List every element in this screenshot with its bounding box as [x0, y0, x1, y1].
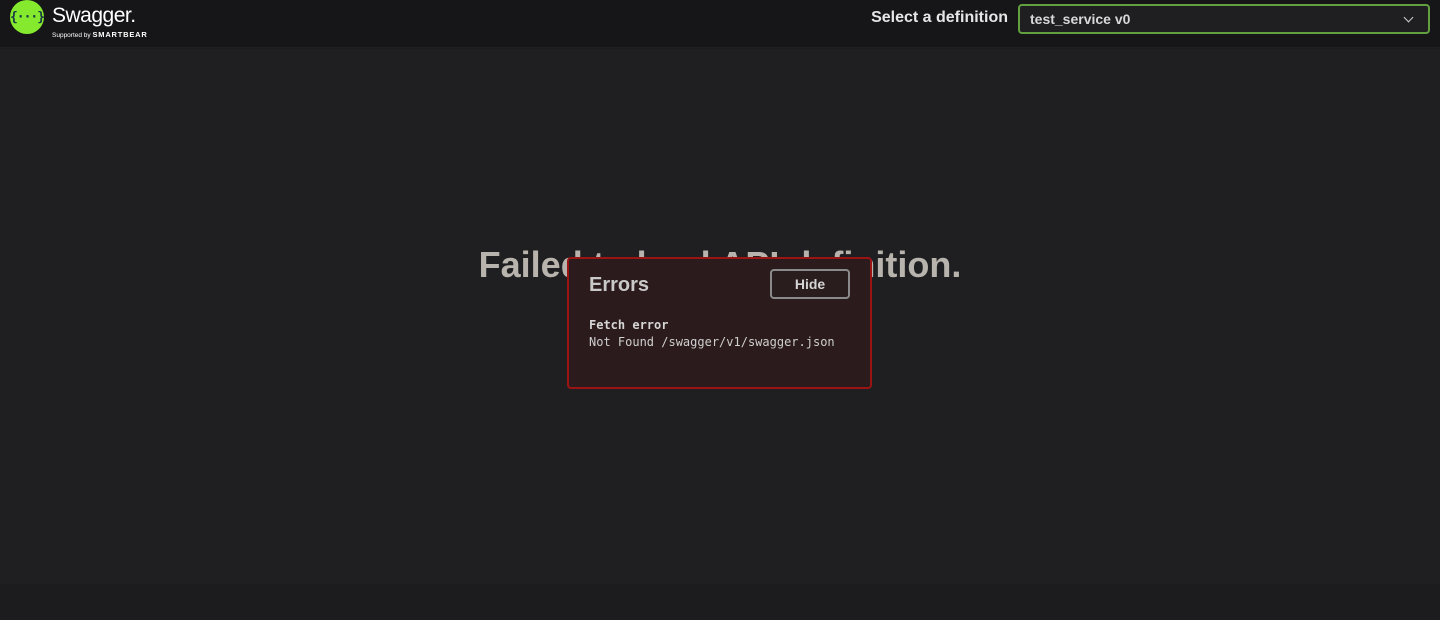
logo-glyph: {···} — [9, 9, 45, 25]
error-message: Not Found /swagger/v1/swagger.json — [589, 335, 835, 349]
logo-subtitle: Supported by SMARTBEAR — [52, 30, 148, 39]
errors-panel: Errors Hide Fetch error Not Found /swagg… — [567, 257, 872, 389]
errors-heading: Errors — [589, 274, 650, 296]
chevron-down-icon — [1403, 12, 1414, 22]
logo-name: Swagger. — [52, 4, 136, 27]
logo-sub-prefix: Supported by — [52, 32, 93, 39]
main-content: Failed to load API definition. Errors Hi… — [0, 49, 1440, 584]
page-footer-area — [0, 584, 1440, 620]
definition-label: Select a definition — [871, 9, 1008, 26]
top-bar: {···} Swagger. Supported by SMARTBEAR Se… — [0, 0, 1440, 48]
swagger-logo[interactable]: {···} Swagger. Supported by SMARTBEAR — [10, 0, 170, 40]
error-type: Fetch error — [589, 318, 669, 332]
swagger-logo-icon: {···} — [9, 0, 45, 34]
hide-button[interactable]: Hide — [770, 269, 850, 299]
logo-sub-brand: SMARTBEAR — [92, 30, 148, 39]
definition-select[interactable]: test_service v0 — [1018, 4, 1430, 34]
definition-select-value: test_service v0 — [1030, 11, 1131, 27]
